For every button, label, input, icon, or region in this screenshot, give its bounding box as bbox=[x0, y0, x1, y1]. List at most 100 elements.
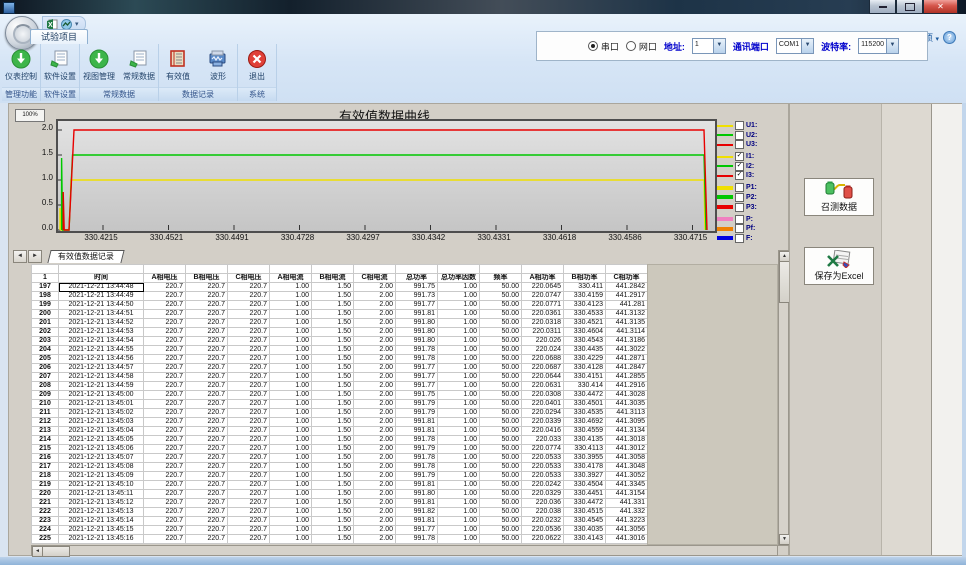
grid-cell[interactable]: 991.80 bbox=[396, 328, 438, 337]
grid-cell[interactable]: 220.7 bbox=[228, 328, 270, 337]
grid-cell[interactable]: 1.50 bbox=[312, 310, 354, 319]
grid-cell[interactable]: 441.3114 bbox=[606, 328, 648, 337]
grid-cell[interactable]: 220.0308 bbox=[522, 391, 564, 400]
grid-cell[interactable]: 1.00 bbox=[270, 346, 312, 355]
grid-cell[interactable]: 1.00 bbox=[438, 490, 480, 499]
grid-cell[interactable]: 1.50 bbox=[312, 472, 354, 481]
grid-cell[interactable]: 220.7 bbox=[228, 517, 270, 526]
grid-cell[interactable]: 2021-12-21 13:45:08 bbox=[59, 463, 144, 472]
grid-cell[interactable]: 50.00 bbox=[480, 463, 522, 472]
grid-cell[interactable]: 2021-12-21 13:44:57 bbox=[59, 364, 144, 373]
grid-cell[interactable]: 50.00 bbox=[480, 337, 522, 346]
grid-cell[interactable]: 330.4533 bbox=[564, 310, 606, 319]
legend-checkbox[interactable] bbox=[735, 224, 744, 233]
grid-cell[interactable]: 1.00 bbox=[270, 508, 312, 517]
grid-cell[interactable]: 1.00 bbox=[270, 373, 312, 382]
grid-cell[interactable]: 220.0533 bbox=[522, 472, 564, 481]
grid-cell[interactable]: 2021-12-21 13:44:55 bbox=[59, 346, 144, 355]
grid-cell[interactable]: 441.3186 bbox=[606, 337, 648, 346]
grid-cell[interactable]: 2.00 bbox=[354, 310, 396, 319]
grid-cell[interactable]: 441.3018 bbox=[606, 436, 648, 445]
grid-cell[interactable]: 1.00 bbox=[438, 337, 480, 346]
grid-cell[interactable]: 330.4472 bbox=[564, 499, 606, 508]
grid-cell[interactable]: 2021-12-21 13:45:04 bbox=[59, 427, 144, 436]
grid-cell[interactable]: 220.7 bbox=[186, 481, 228, 490]
grid-cell[interactable]: 50.00 bbox=[480, 472, 522, 481]
grid-cell[interactable]: 50.00 bbox=[480, 283, 522, 292]
grid-cell[interactable]: 220.7 bbox=[144, 319, 186, 328]
grid-cell[interactable]: 1.50 bbox=[312, 283, 354, 292]
grid-cell[interactable]: 1.00 bbox=[438, 499, 480, 508]
grid-cell[interactable]: 2.00 bbox=[354, 535, 396, 544]
grid-cell[interactable]: 220.7 bbox=[228, 301, 270, 310]
grid-cell[interactable]: 220.7 bbox=[228, 346, 270, 355]
row-number-cell[interactable]: 219 bbox=[32, 481, 59, 490]
grid-cell[interactable]: 220.7 bbox=[228, 409, 270, 418]
grid-cell[interactable]: 991.81 bbox=[396, 427, 438, 436]
grid-cell[interactable]: 330.4521 bbox=[564, 319, 606, 328]
grid-cell[interactable]: 220.7 bbox=[186, 310, 228, 319]
grid-cell[interactable]: 330.4123 bbox=[564, 301, 606, 310]
grid-cell[interactable]: 220.7 bbox=[144, 445, 186, 454]
grid-cell[interactable]: 1.50 bbox=[312, 418, 354, 427]
grid-cell[interactable]: 220.7 bbox=[228, 391, 270, 400]
grid-header-cell[interactable]: B相电流 bbox=[312, 274, 354, 283]
grid-cell[interactable]: 2021-12-21 13:45:05 bbox=[59, 436, 144, 445]
grid-cell[interactable]: 50.00 bbox=[480, 355, 522, 364]
grid-cell[interactable]: 2.00 bbox=[354, 436, 396, 445]
grid-cell[interactable]: 2021-12-21 13:45:13 bbox=[59, 508, 144, 517]
grid-cell[interactable]: 2021-12-21 13:44:54 bbox=[59, 337, 144, 346]
grid-cell[interactable]: 50.00 bbox=[480, 373, 522, 382]
grid-cell[interactable]: 441.281 bbox=[606, 301, 648, 310]
grid-cell[interactable]: 220.0536 bbox=[522, 526, 564, 535]
grid-cell[interactable]: 220.7 bbox=[144, 346, 186, 355]
grid-cell[interactable]: 991.80 bbox=[396, 319, 438, 328]
grid-cell[interactable]: 991.80 bbox=[396, 337, 438, 346]
grid-cell[interactable]: 50.00 bbox=[480, 301, 522, 310]
grid-cell[interactable]: 1.50 bbox=[312, 490, 354, 499]
serial-port-radio[interactable]: 串口 bbox=[588, 40, 619, 53]
chart-quick-icon[interactable] bbox=[61, 19, 72, 30]
ribbon-group-label[interactable]: 系统 bbox=[238, 87, 276, 101]
grid-cell[interactable]: 991.79 bbox=[396, 400, 438, 409]
legend-checkbox[interactable] bbox=[735, 183, 744, 192]
grid-cell[interactable]: 330.4435 bbox=[564, 346, 606, 355]
grid-cell[interactable]: 2021-12-21 13:45:07 bbox=[59, 454, 144, 463]
save-excel-button[interactable]: 保存为Excel bbox=[804, 247, 874, 285]
grid-cell[interactable]: 1.00 bbox=[438, 346, 480, 355]
grid-cell[interactable]: 330.4501 bbox=[564, 400, 606, 409]
grid-cell[interactable]: 1.50 bbox=[312, 328, 354, 337]
grid-cell[interactable]: 1.00 bbox=[270, 517, 312, 526]
grid-cell[interactable]: 441.3132 bbox=[606, 310, 648, 319]
grid-cell[interactable]: 220.0294 bbox=[522, 409, 564, 418]
grid-cell[interactable]: 991.77 bbox=[396, 526, 438, 535]
grid-cell[interactable]: 2.00 bbox=[354, 481, 396, 490]
ribbon-button[interactable]: 常规数据 bbox=[120, 47, 158, 84]
grid-header-cell[interactable]: 总功率 bbox=[396, 274, 438, 283]
grid-cell[interactable]: 991.81 bbox=[396, 499, 438, 508]
row-number-cell[interactable]: 201 bbox=[32, 319, 59, 328]
grid-cell[interactable]: 50.00 bbox=[480, 517, 522, 526]
grid-cell[interactable]: 441.3223 bbox=[606, 517, 648, 526]
tab-nav-left-button[interactable]: ◄ bbox=[13, 250, 27, 263]
grid-header-cell[interactable]: B相电压 bbox=[186, 274, 228, 283]
grid-cell[interactable]: 1.50 bbox=[312, 337, 354, 346]
help-icon[interactable]: ? bbox=[943, 31, 956, 44]
grid-cell[interactable]: 2021-12-21 13:45:01 bbox=[59, 400, 144, 409]
grid-cell[interactable]: 220.0311 bbox=[522, 328, 564, 337]
grid-cell[interactable]: 220.7 bbox=[186, 418, 228, 427]
grid-cell[interactable]: 1.00 bbox=[270, 472, 312, 481]
grid-cell[interactable]: 1.50 bbox=[312, 499, 354, 508]
grid-cell[interactable]: 220.7 bbox=[186, 391, 228, 400]
grid-cell[interactable]: 1.50 bbox=[312, 292, 354, 301]
grid-cell[interactable]: 220.7 bbox=[186, 535, 228, 544]
grid-cell[interactable]: 220.7 bbox=[144, 418, 186, 427]
grid-cell[interactable]: 441.3048 bbox=[606, 463, 648, 472]
grid-cell[interactable]: 991.81 bbox=[396, 418, 438, 427]
grid-cell[interactable]: 1.00 bbox=[270, 418, 312, 427]
grid-cell[interactable]: 220.0771 bbox=[522, 301, 564, 310]
grid-header-cell[interactable]: A相电压 bbox=[144, 274, 186, 283]
grid-cell[interactable]: 441.3056 bbox=[606, 526, 648, 535]
grid-cell[interactable]: 2021-12-21 13:44:56 bbox=[59, 355, 144, 364]
grid-cell[interactable]: 220.7 bbox=[228, 454, 270, 463]
